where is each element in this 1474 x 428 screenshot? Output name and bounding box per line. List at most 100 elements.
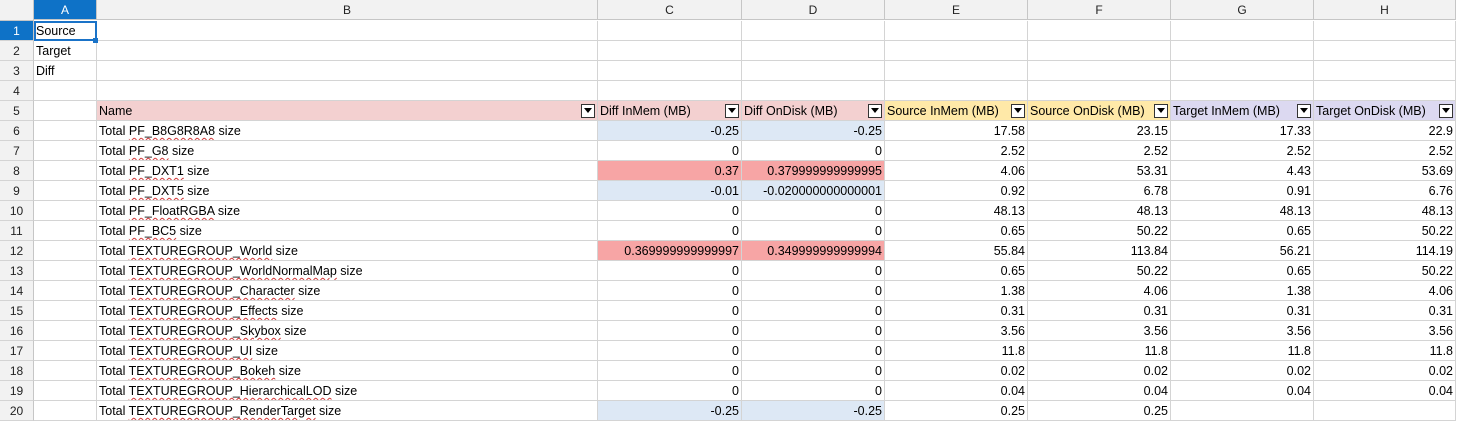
filter-dropdown-icon[interactable] — [581, 104, 595, 118]
cell-target-ondisk[interactable]: 114.19 — [1314, 241, 1456, 261]
column-header-a[interactable]: A — [34, 0, 97, 20]
empty-cell[interactable] — [34, 381, 97, 401]
cell-diff-inmem[interactable]: -0.25 — [598, 121, 742, 141]
empty-cell[interactable] — [34, 321, 97, 341]
empty-cell[interactable] — [97, 81, 598, 101]
cell-target-ondisk[interactable]: 48.13 — [1314, 201, 1456, 221]
cell-source-ondisk[interactable]: 2.52 — [1028, 141, 1171, 161]
empty-cell[interactable] — [885, 81, 1028, 101]
row-name[interactable]: Total TEXTUREGROUP_WorldNormalMap size — [97, 261, 598, 281]
filter-dropdown-icon[interactable] — [1439, 104, 1453, 118]
row-name[interactable]: Total TEXTUREGROUP_Effects size — [97, 301, 598, 321]
cell-source-inmem[interactable]: 0.02 — [885, 361, 1028, 381]
empty-cell[interactable] — [34, 121, 97, 141]
cell-target-ondisk[interactable]: 22.9 — [1314, 121, 1456, 141]
cell-source-ondisk[interactable]: 6.78 — [1028, 181, 1171, 201]
empty-cell[interactable] — [598, 41, 742, 61]
header-diff-inmem[interactable]: Diff InMem (MB) — [598, 101, 742, 121]
cell-target-inmem[interactable]: 4.43 — [1171, 161, 1314, 181]
cell-diff-ondisk[interactable]: 0 — [742, 341, 885, 361]
cell-source-inmem[interactable]: 1.38 — [885, 281, 1028, 301]
empty-cell[interactable] — [1171, 81, 1314, 101]
filter-dropdown-icon[interactable] — [1297, 104, 1311, 118]
cell-diff-ondisk[interactable]: 0 — [742, 361, 885, 381]
cell-diff-inmem[interactable]: 0.37 — [598, 161, 742, 181]
cell-source-ondisk[interactable]: 0.02 — [1028, 361, 1171, 381]
cell-target-ondisk[interactable]: 0.02 — [1314, 361, 1456, 381]
row-header-11[interactable]: 11 — [0, 221, 34, 241]
empty-cell[interactable] — [34, 181, 97, 201]
cell-source-inmem[interactable]: 2.52 — [885, 141, 1028, 161]
cell-source-ondisk[interactable]: 113.84 — [1028, 241, 1171, 261]
empty-cell[interactable] — [34, 401, 97, 421]
cell-target-inmem[interactable]: 0.65 — [1171, 261, 1314, 281]
empty-cell[interactable] — [885, 41, 1028, 61]
cell-diff-ondisk[interactable]: -0.25 — [742, 401, 885, 421]
header-target-inmem[interactable]: Target InMem (MB) — [1171, 101, 1314, 121]
empty-cell[interactable] — [598, 21, 742, 41]
column-header-d[interactable]: D — [742, 0, 885, 20]
cell-source-ondisk[interactable]: 50.22 — [1028, 221, 1171, 241]
cell-source-ondisk[interactable]: 4.06 — [1028, 281, 1171, 301]
cell-source-inmem[interactable]: 4.06 — [885, 161, 1028, 181]
filter-dropdown-icon[interactable] — [1011, 104, 1025, 118]
cell-diff-ondisk[interactable]: 0 — [742, 201, 885, 221]
cell-diff-inmem[interactable]: 0 — [598, 141, 742, 161]
cell-source-inmem[interactable]: 0.31 — [885, 301, 1028, 321]
empty-cell[interactable] — [34, 301, 97, 321]
header-diff-ondisk[interactable]: Diff OnDisk (MB) — [742, 101, 885, 121]
row-header-15[interactable]: 15 — [0, 301, 34, 321]
legend-diff[interactable]: Diff — [34, 61, 97, 81]
column-header-b[interactable]: B — [97, 0, 598, 20]
empty-cell[interactable] — [34, 141, 97, 161]
row-header-16[interactable]: 16 — [0, 321, 34, 341]
empty-cell[interactable] — [1171, 61, 1314, 81]
empty-cell[interactable] — [34, 161, 97, 181]
empty-cell[interactable] — [742, 21, 885, 41]
empty-cell[interactable] — [34, 341, 97, 361]
select-all-corner[interactable] — [0, 0, 34, 21]
cell-source-inmem[interactable]: 0.92 — [885, 181, 1028, 201]
cell-diff-inmem[interactable]: 0 — [598, 301, 742, 321]
row-header-7[interactable]: 7 — [0, 141, 34, 161]
row-name[interactable]: Total TEXTUREGROUP_UI size — [97, 341, 598, 361]
row-name[interactable]: Total TEXTUREGROUP_Skybox size — [97, 321, 598, 341]
empty-cell[interactable] — [1028, 21, 1171, 41]
cell-source-inmem[interactable]: 0.65 — [885, 221, 1028, 241]
empty-cell[interactable] — [885, 61, 1028, 81]
cell-target-inmem[interactable]: 0.04 — [1171, 381, 1314, 401]
cell-target-ondisk[interactable]: 0.04 — [1314, 381, 1456, 401]
row-name[interactable]: Total PF_DXT1 size — [97, 161, 598, 181]
cell-source-ondisk[interactable]: 23.15 — [1028, 121, 1171, 141]
cell-diff-ondisk[interactable]: 0 — [742, 141, 885, 161]
cell-target-ondisk[interactable]: 4.06 — [1314, 281, 1456, 301]
column-header-h[interactable]: H — [1314, 0, 1456, 20]
row-name[interactable]: Total PF_BC5 size — [97, 221, 598, 241]
cell-diff-ondisk[interactable]: 0 — [742, 261, 885, 281]
cell-target-ondisk[interactable]: 0.31 — [1314, 301, 1456, 321]
row-name[interactable]: Total TEXTUREGROUP_RenderTarget size — [97, 401, 598, 421]
column-header-c[interactable]: C — [598, 0, 742, 20]
cell-diff-ondisk[interactable]: 0 — [742, 221, 885, 241]
empty-cell[interactable] — [598, 61, 742, 81]
empty-cell[interactable] — [742, 61, 885, 81]
empty-cell[interactable] — [34, 81, 97, 101]
cell-target-inmem[interactable]: 3.56 — [1171, 321, 1314, 341]
empty-cell[interactable] — [34, 261, 97, 281]
cell-source-ondisk[interactable]: 50.22 — [1028, 261, 1171, 281]
filter-dropdown-icon[interactable] — [868, 104, 882, 118]
row-name[interactable]: Total PF_DXT5 size — [97, 181, 598, 201]
header-name[interactable]: Name — [97, 101, 598, 121]
cell-target-inmem[interactable]: 1.38 — [1171, 281, 1314, 301]
cell-target-ondisk[interactable]: 50.22 — [1314, 261, 1456, 281]
cell-target-ondisk[interactable] — [1314, 401, 1456, 421]
cell-target-ondisk[interactable]: 53.69 — [1314, 161, 1456, 181]
header-source-inmem[interactable]: Source InMem (MB) — [885, 101, 1028, 121]
header-source-ondisk[interactable]: Source OnDisk (MB) — [1028, 101, 1171, 121]
empty-cell[interactable] — [1314, 61, 1456, 81]
row-name[interactable]: Total TEXTUREGROUP_HierarchicalLOD size — [97, 381, 598, 401]
cell-diff-inmem[interactable]: 0 — [598, 341, 742, 361]
cell-source-inmem[interactable]: 11.8 — [885, 341, 1028, 361]
row-name[interactable]: Total PF_FloatRGBA size — [97, 201, 598, 221]
cell-diff-inmem[interactable]: 0 — [598, 321, 742, 341]
